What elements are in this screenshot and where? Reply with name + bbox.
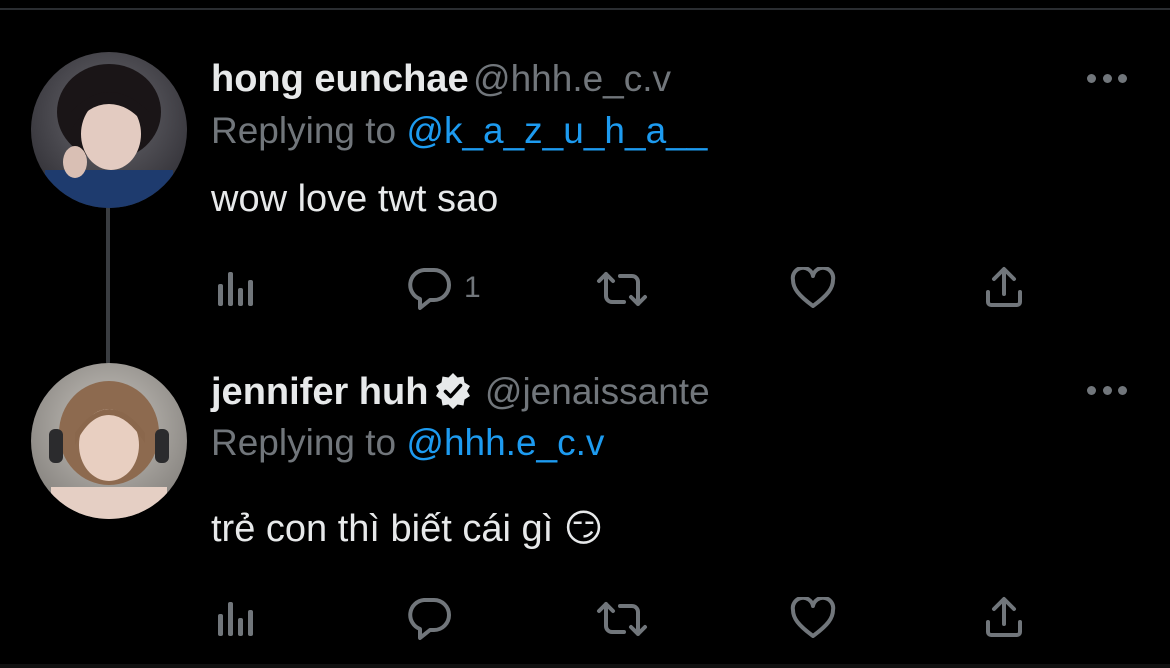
more-icon[interactable] [1087,68,1127,88]
thread-connector-line [106,206,110,364]
retweet-icon [597,602,647,636]
more-icon[interactable] [1087,380,1127,400]
like-button[interactable] [790,267,836,309]
share-icon [986,597,1022,637]
like-button[interactable] [790,597,836,639]
replying-to: Replying to @hhh.e_c.v [211,422,604,464]
avatar[interactable] [31,52,187,208]
tweet-header: hong eunchae @hhh.e_c.v [211,58,671,101]
display-name[interactable]: hong eunchae [211,58,469,100]
views-icon [218,602,253,636]
share-button[interactable] [984,596,1024,638]
avatar[interactable] [31,363,187,519]
bottom-divider [0,664,1170,668]
user-handle[interactable]: @hhh.e_c.v [473,58,671,99]
views-icon [218,272,253,306]
share-icon [986,267,1022,307]
retweet-button[interactable] [596,270,648,308]
reply-button[interactable] [406,596,464,640]
like-icon [790,267,836,308]
replying-prefix: Replying to [211,422,397,463]
views-button[interactable] [216,600,256,638]
tweet-header: jennifer huh @jenaissante [211,371,710,415]
reply-count: 1 [464,271,481,304]
tweet-text: wow love twt sao [211,178,499,220]
reply-icon [408,598,451,640]
retweet-button[interactable] [596,600,648,638]
share-button[interactable] [984,266,1024,308]
reply-icon [408,268,451,310]
smirk-emoji: 😏 [563,506,604,550]
like-icon [790,597,836,638]
display-name[interactable]: jennifer huh [211,371,428,413]
retweet-icon [597,272,647,306]
verified-icon [434,372,472,415]
mention-link[interactable]: @k_a_z_u_h_a__ [406,110,707,151]
replying-prefix: Replying to [211,110,397,151]
views-button[interactable] [216,270,256,308]
mention-link[interactable]: @hhh.e_c.v [406,422,604,463]
replying-to: Replying to @k_a_z_u_h_a__ [211,110,707,152]
user-handle[interactable]: @jenaissante [485,371,710,412]
tweet-text-row: trẻ con thì biết cái gì 😏 [211,506,603,551]
top-divider [0,0,1170,10]
reply-button[interactable]: 1 [406,266,481,310]
tweet-text: trẻ con thì biết cái gì [211,508,554,550]
